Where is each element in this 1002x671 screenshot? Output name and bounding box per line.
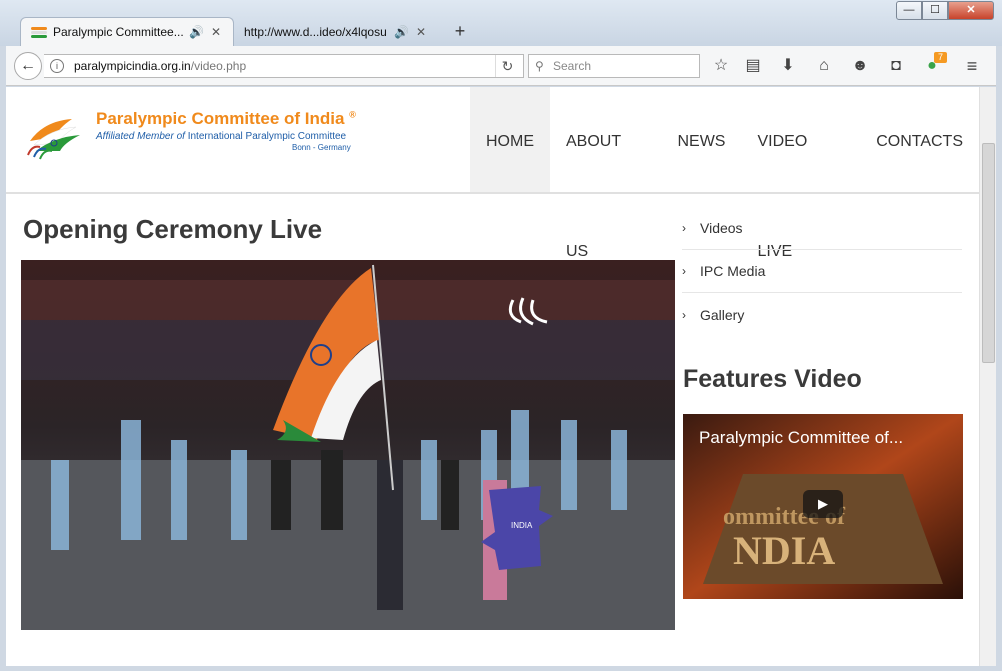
play-icon[interactable]: ▶ xyxy=(803,490,843,518)
opening-ceremony-video-frame: INDIA xyxy=(21,260,675,630)
registered-mark: ® xyxy=(349,109,356,120)
url-bar[interactable]: i paralympicindia.org.in/video.php ↻ xyxy=(44,54,524,78)
logo-affiliation: Affiliated Member of International Paral… xyxy=(96,131,346,142)
tab-title: Paralympic Committee... xyxy=(53,25,184,39)
sidebar-item-videos[interactable]: › Videos xyxy=(682,207,962,250)
paralympic-emblem-icon xyxy=(27,119,80,160)
close-tab-icon[interactable]: ✕ xyxy=(209,25,223,39)
download-icon[interactable]: ⬇ xyxy=(777,55,799,77)
browser-titlebar: Paralympic Committee... 🔊 ✕ http://www.d… xyxy=(0,0,1002,46)
notification-badge: 7 xyxy=(934,52,947,63)
sidebar-item-ipc-media[interactable]: › IPC Media xyxy=(682,250,962,293)
search-placeholder: Search xyxy=(553,59,592,73)
chat-icon[interactable]: ☻ xyxy=(849,55,871,77)
logo-name: Paralympic Committee of India xyxy=(96,109,345,128)
sidebar-links: › Videos › IPC Media › Gallery xyxy=(682,207,962,336)
menu-video-live[interactable]: VIDEO LIVE xyxy=(741,87,860,260)
main-menu: HOME ABOUT US NEWS VIDEO LIVE CONTACTS xyxy=(470,87,979,260)
chevron-right-icon: › xyxy=(682,264,686,278)
url-path: /video.php xyxy=(190,59,247,73)
main-video-player[interactable]: INDIA xyxy=(21,260,675,630)
minimize-button[interactable]: — xyxy=(896,1,922,20)
home-icon[interactable]: ⌂ xyxy=(813,55,835,77)
affiliation-org: International Paralympic Committee xyxy=(187,131,347,142)
logo-location: Bonn - Germany xyxy=(292,143,351,152)
hamburger-menu-icon[interactable]: ≡ xyxy=(961,55,983,77)
scrollbar-thumb[interactable] xyxy=(982,143,995,363)
sidebar-item-label: IPC Media xyxy=(700,263,766,279)
pocket-icon[interactable]: ◘ xyxy=(885,55,907,77)
features-video-heading: Features Video xyxy=(683,365,862,393)
reading-list-icon[interactable]: ▤ xyxy=(742,55,764,77)
close-tab-icon[interactable]: ✕ xyxy=(414,25,428,39)
new-tab-button[interactable]: + xyxy=(448,20,472,44)
menu-contacts[interactable]: CONTACTS xyxy=(860,87,979,192)
speaker-icon[interactable]: 🔊 xyxy=(394,25,410,39)
info-icon[interactable]: i xyxy=(50,59,64,73)
search-input[interactable]: ⚲ Search xyxy=(528,54,700,78)
reload-icon[interactable]: ↻ xyxy=(495,55,519,77)
paralympic-favicon-icon xyxy=(31,25,47,39)
menu-about-us[interactable]: ABOUT US xyxy=(550,87,661,260)
tab-dailymotion[interactable]: http://www.d...ideo/x4lqosu 🔊 ✕ xyxy=(234,17,438,46)
sidebar-item-gallery[interactable]: › Gallery xyxy=(682,293,962,336)
sidebar-item-label: Gallery xyxy=(700,306,745,323)
url-text: paralympicindia.org.in/video.php xyxy=(74,55,246,77)
page-scrollbar[interactable] xyxy=(979,87,996,666)
search-icon: ⚲ xyxy=(535,59,544,73)
feature-video-overlay-text: NDIA xyxy=(733,528,835,573)
chevron-right-icon: › xyxy=(682,221,686,235)
sidebar-item-label: Videos xyxy=(700,220,743,236)
feature-video-player[interactable]: ommittee of NDIA Paralympic Committee of… xyxy=(683,414,963,599)
close-window-button[interactable]: ✕ xyxy=(948,1,994,20)
page-viewport: Paralympic Committee of India ® Affiliat… xyxy=(6,87,996,666)
affiliation-prefix: Affiliated Member of xyxy=(96,131,185,142)
flag-card-text: INDIA xyxy=(511,521,533,530)
bookmark-star-icon[interactable]: ☆ xyxy=(710,55,732,77)
menu-news[interactable]: NEWS xyxy=(661,87,741,192)
site-header: Paralympic Committee of India ® Affiliat… xyxy=(6,87,979,260)
chevron-right-icon: › xyxy=(682,307,686,322)
tab-paralympic[interactable]: Paralympic Committee... 🔊 ✕ xyxy=(20,17,234,46)
page-title: Opening Ceremony Live xyxy=(23,214,323,244)
back-arrow-icon[interactable]: ← xyxy=(14,52,42,80)
browser-navbar: ← i paralympicindia.org.in/video.php ↻ ⚲… xyxy=(6,46,996,86)
feature-video-title: Paralympic Committee of... xyxy=(699,428,904,447)
speaker-icon[interactable]: 🔊 xyxy=(189,25,205,39)
menu-home[interactable]: HOME xyxy=(470,87,550,192)
maximize-button[interactable]: ☐ xyxy=(922,1,948,20)
tab-title: http://www.d...ideo/x4lqosu xyxy=(244,24,387,39)
url-host: paralympicindia.org.in xyxy=(74,59,191,73)
site-logo[interactable]: Paralympic Committee of India ® Affiliat… xyxy=(24,105,369,167)
logo-title: Paralympic Committee of India ® xyxy=(96,109,356,129)
